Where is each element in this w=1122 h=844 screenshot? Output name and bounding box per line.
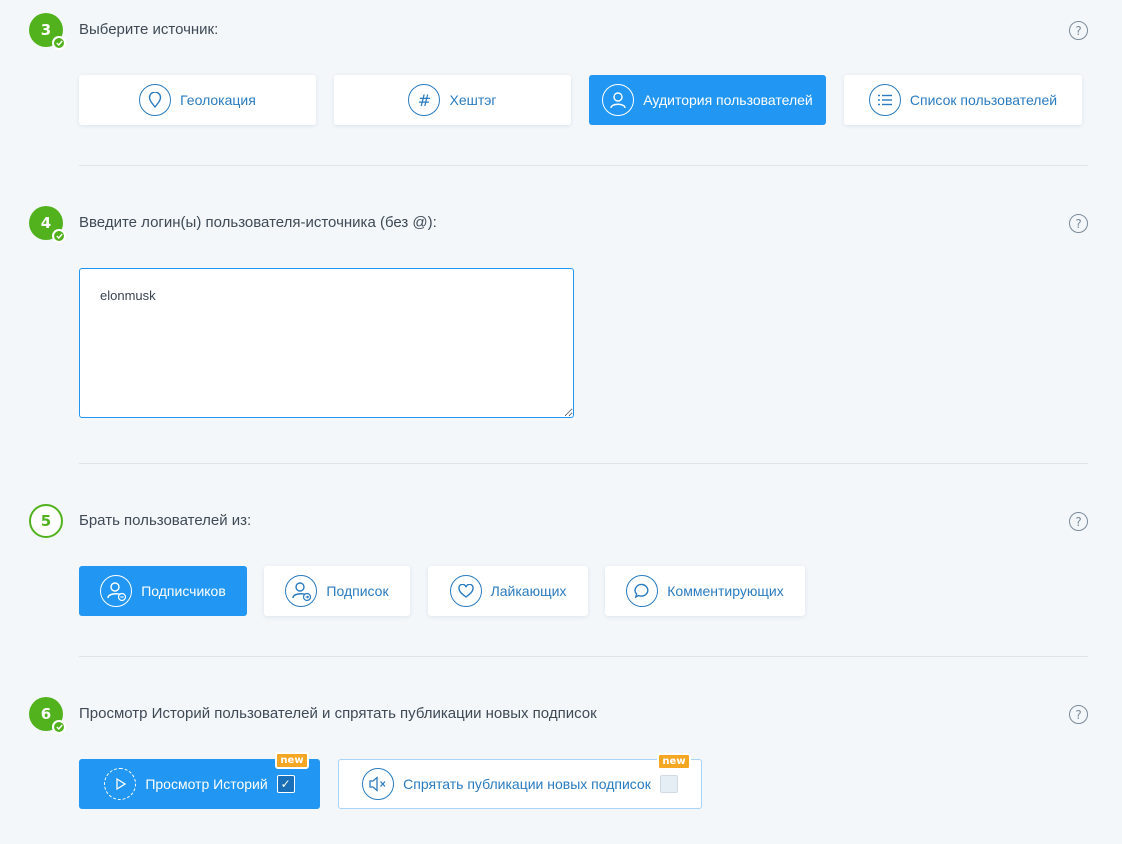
step-number: 5: [40, 512, 52, 530]
comment-icon: [626, 575, 659, 607]
new-badge: new: [275, 752, 309, 769]
help-icon[interactable]: ?: [1069, 21, 1088, 40]
mute-icon: [362, 768, 395, 800]
step-4-badge: 4: [29, 206, 66, 243]
hide-new-posts-toggle[interactable]: Спрятать публикации новых подписок new: [338, 753, 702, 809]
source-option-audience[interactable]: Аудитория пользователей: [589, 75, 826, 125]
stories-checkbox[interactable]: ✓: [276, 775, 295, 793]
help-icon[interactable]: ?: [1069, 214, 1088, 233]
take-from-commenters[interactable]: Комментирующих: [605, 566, 805, 616]
source-option-hashtag[interactable]: # Хештэг: [334, 75, 571, 125]
step-3-badge: 3: [29, 13, 66, 50]
follower-user-icon: [100, 575, 133, 607]
section-divider: [79, 165, 1088, 166]
option-label: Хештэг: [449, 92, 497, 108]
step-5-title: Брать пользователей из:: [79, 512, 252, 529]
take-from-following[interactable]: Подписок: [264, 566, 410, 616]
hashtag-icon: #: [408, 84, 441, 116]
take-from-likers[interactable]: Лайкающих: [428, 566, 588, 616]
source-option-geolocation[interactable]: Геолокация: [79, 75, 316, 125]
option-label: Спрятать публикации новых подписок: [403, 776, 651, 792]
play-icon: [104, 768, 137, 800]
step-5-badge: 5: [29, 504, 63, 538]
section-divider: [79, 656, 1088, 657]
hide-posts-checkbox[interactable]: [659, 775, 678, 793]
new-badge: new: [657, 753, 691, 770]
location-pin-icon: [139, 84, 172, 116]
option-label: Комментирующих: [667, 583, 784, 599]
take-from-followers[interactable]: Подписчиков: [79, 566, 247, 616]
step-6-badge: 6: [29, 697, 66, 734]
section-divider: [79, 463, 1088, 464]
help-icon[interactable]: ?: [1069, 512, 1088, 531]
step-number: 3: [40, 21, 52, 39]
following-user-icon: [285, 575, 318, 607]
heart-icon: [449, 575, 482, 607]
option-label: Аудитория пользователей: [643, 92, 813, 108]
check-icon: [52, 720, 66, 734]
user-icon: [602, 84, 635, 116]
source-logins-textarea[interactable]: [79, 268, 574, 418]
option-label: Просмотр Историй: [145, 776, 268, 792]
option-label: Подписчиков: [141, 583, 226, 599]
help-icon[interactable]: ?: [1069, 705, 1088, 724]
view-stories-toggle[interactable]: Просмотр Историй ✓ new: [79, 752, 320, 809]
check-icon: [52, 229, 66, 243]
step-6-title: Просмотр Историй пользователей и спрятат…: [79, 705, 597, 722]
step-3-title: Выберите источник:: [79, 21, 219, 38]
list-icon: [868, 84, 901, 116]
step-number: 4: [40, 214, 52, 232]
source-option-user-list[interactable]: Список пользователей: [844, 75, 1082, 125]
check-icon: [52, 36, 66, 50]
option-label: Геолокация: [180, 92, 256, 108]
step-4-title: Введите логин(ы) пользователя-источника …: [79, 214, 437, 231]
step-number: 6: [40, 705, 52, 723]
option-label: Подписок: [326, 583, 389, 599]
option-label: Список пользователей: [909, 92, 1058, 108]
option-label: Лайкающих: [490, 583, 567, 599]
